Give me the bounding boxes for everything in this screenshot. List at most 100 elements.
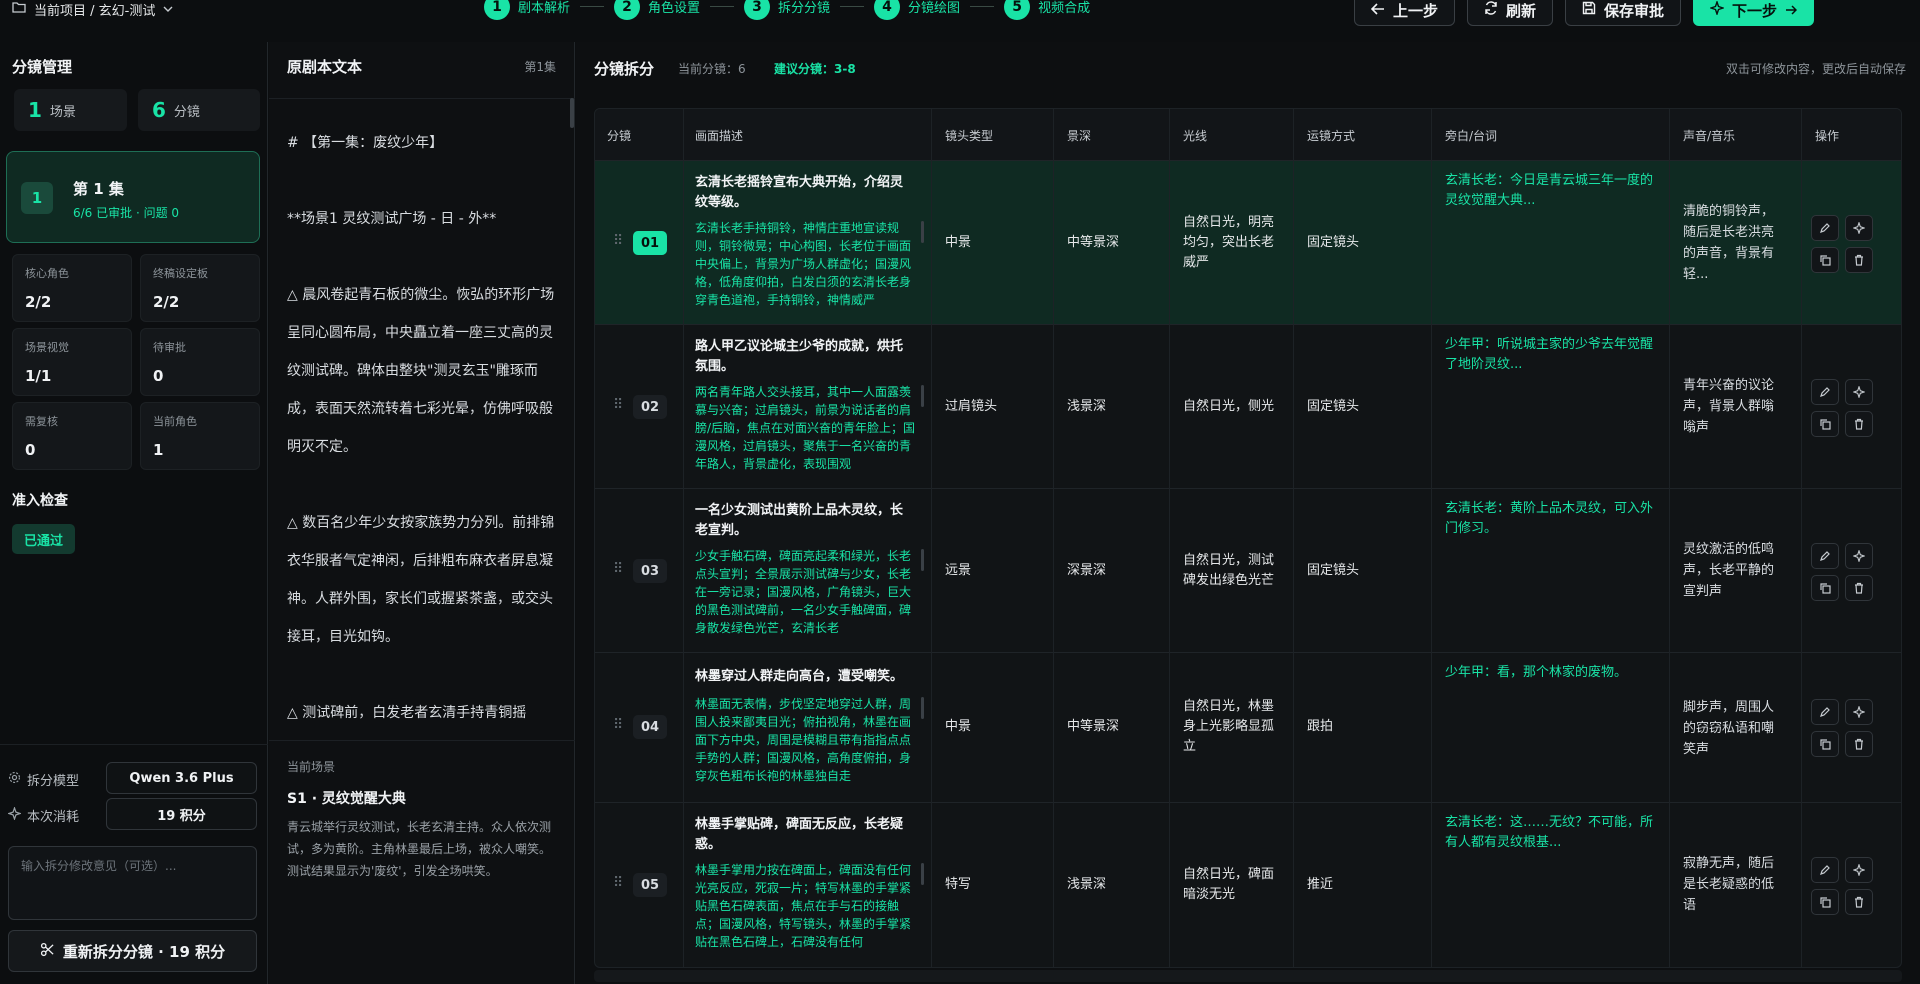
copy-icon[interactable] <box>1811 575 1839 601</box>
sound[interactable]: 脚步声，周围人的窃窃私语和嘲笑声 <box>1683 697 1783 760</box>
dialogue[interactable]: 玄清长老：黄阶上品木灵纹，可入外门修习。 <box>1445 499 1665 539</box>
edit-icon[interactable] <box>1811 215 1839 241</box>
dialogue[interactable]: 玄清长老：今日是青云城三年一度的灵纹觉醒大典... <box>1445 171 1665 211</box>
sound[interactable]: 清脆的铜铃声，随后是长老洪亮的声音，背景有轻... <box>1683 201 1783 285</box>
resplit-button[interactable]: 重新拆分分镜 · 19 积分 <box>8 930 257 972</box>
detail-scrollbar[interactable] <box>921 221 924 243</box>
edit-icon[interactable] <box>1811 699 1839 725</box>
cost-value: 19 积分 <box>106 798 257 830</box>
edit-icon[interactable] <box>1811 857 1839 883</box>
delete-icon[interactable] <box>1845 575 1873 601</box>
lighting[interactable]: 自然日光，明亮均匀，突出长老威严 <box>1183 213 1283 273</box>
ai-regen-icon[interactable] <box>1845 379 1873 405</box>
detail-scrollbar[interactable] <box>921 697 924 719</box>
script-text[interactable]: # 【第一集：废纹少年】 **场景1 灵纹测试广场 - 日 - 外** △ 晨风… <box>287 124 557 734</box>
table-row[interactable]: ⠿ 03 一名少女测试出黄阶上品木灵纹，长老宣判。 少女手触石碑，碑面亮起柔和绿… <box>595 489 1901 653</box>
scissors-icon <box>40 942 55 961</box>
next-button[interactable]: 下一步 <box>1692 0 1814 26</box>
episode-card[interactable]: 1 第 1 集 6/6 已审批 · 问题 0 <box>6 151 260 243</box>
shot-type[interactable]: 远景 <box>945 561 971 581</box>
shot-title[interactable]: 林墨穿过人群走向高台，遭受嘲笑。 <box>695 667 915 687</box>
shot-type[interactable]: 中景 <box>945 233 971 253</box>
depth[interactable]: 浅景深 <box>1067 875 1106 895</box>
copy-icon[interactable] <box>1811 889 1839 915</box>
shot-type[interactable]: 过肩镜头 <box>945 397 997 417</box>
dialogue[interactable]: 少年甲：听说城主家的少爷去年觉醒了地阶灵纹... <box>1445 335 1665 375</box>
ai-regen-icon[interactable] <box>1845 215 1873 241</box>
column-divider <box>1801 109 1802 967</box>
shot-detail[interactable]: 少女手触石碑，碑面亮起柔和绿光，长老点头宣判；全景展示测试碑与少女，长老在一旁记… <box>695 547 919 639</box>
table-row[interactable]: ⠿ 05 林墨手掌贴碑，碑面无反应，长老疑惑。 林墨手掌用力按在碑面上，碑面没有… <box>595 803 1901 967</box>
table-row[interactable]: ⠿ 04 林墨穿过人群走向高台，遭受嘲笑。 林墨面无表情，步伐坚定地穿过人群，周… <box>595 653 1901 803</box>
shot-detail[interactable]: 玄清长老手持铜铃，神情庄重地宣读规则，铜铃微晃；中心构图，长老位于画面中央偏上，… <box>695 219 919 311</box>
lighting[interactable]: 自然日光，侧光 <box>1183 397 1283 417</box>
shot-title[interactable]: 一名少女测试出黄阶上品木灵纹，长老宣判。 <box>695 501 915 541</box>
sparkle-icon <box>1708 0 1726 19</box>
delete-icon[interactable] <box>1845 731 1873 757</box>
split-feedback-input[interactable]: 输入拆分修改意见（可选）... <box>8 846 257 920</box>
delete-icon[interactable] <box>1845 411 1873 437</box>
detail-scrollbar[interactable] <box>921 549 924 571</box>
refresh-button[interactable]: 刷新 <box>1466 0 1553 26</box>
drag-handle-icon[interactable]: ⠿ <box>613 875 623 891</box>
depth[interactable]: 中等景深 <box>1067 717 1119 737</box>
lighting[interactable]: 自然日光，测试碑发出绿色光芒 <box>1183 551 1283 591</box>
detail-scrollbar[interactable] <box>921 863 924 885</box>
drag-handle-icon[interactable]: ⠿ <box>613 561 623 577</box>
detail-scrollbar[interactable] <box>921 385 924 407</box>
project-selector[interactable]: 当前项目 / 玄幻-测试 <box>12 0 173 19</box>
drag-handle-icon[interactable]: ⠿ <box>613 233 623 249</box>
copy-icon[interactable] <box>1811 247 1839 273</box>
drag-handle-icon[interactable]: ⠿ <box>613 397 623 413</box>
depth[interactable]: 深景深 <box>1067 561 1106 581</box>
shot-type[interactable]: 中景 <box>945 717 971 737</box>
edit-icon[interactable] <box>1811 379 1839 405</box>
lighting[interactable]: 自然日光，碑面暗淡无光 <box>1183 865 1283 905</box>
copy-icon[interactable] <box>1811 731 1839 757</box>
depth[interactable]: 中等景深 <box>1067 233 1119 253</box>
edit-icon[interactable] <box>1811 543 1839 569</box>
camera-move[interactable]: 固定镜头 <box>1307 233 1359 253</box>
camera-move[interactable]: 跟拍 <box>1307 717 1333 737</box>
delete-icon[interactable] <box>1845 247 1873 273</box>
delete-icon[interactable] <box>1845 889 1873 915</box>
step-2[interactable]: 2 角色设置 <box>614 0 700 20</box>
table-row[interactable]: ⠿ 02 路人甲乙议论城主少爷的成就，烘托氛围。 两名青年路人交头接耳，其中一人… <box>595 325 1901 489</box>
drag-handle-icon[interactable]: ⠿ <box>613 717 623 733</box>
model-select[interactable]: Qwen 3.6 Plus <box>106 762 257 794</box>
copy-icon[interactable] <box>1811 411 1839 437</box>
sound[interactable]: 灵纹激活的低鸣声，长老平静的宣判声 <box>1683 539 1783 602</box>
dialogue[interactable]: 少年甲：看，那个林家的废物。 <box>1445 663 1665 683</box>
script-scrollbar[interactable] <box>570 98 574 128</box>
prev-button[interactable]: 上一步 <box>1353 0 1455 26</box>
save-approve-button[interactable]: 保存审批 <box>1564 0 1681 26</box>
ai-regen-icon[interactable] <box>1845 857 1873 883</box>
step-4[interactable]: 4 分镜绘图 <box>874 0 960 20</box>
step-1[interactable]: 1 剧本解析 <box>484 0 570 20</box>
dialogue[interactable]: 玄清长老：这……无纹？不可能，所有人都有灵纹根基... <box>1445 813 1665 853</box>
step-3[interactable]: 3 拆分分镜 <box>744 0 830 20</box>
shot-detail[interactable]: 两名青年路人交头接耳，其中一人面露羡慕与兴奋；过肩镜头，前景为说话者的肩膀/后脑… <box>695 383 919 475</box>
shot-title[interactable]: 玄清长老摇铃宣布大典开始，介绍灵纹等级。 <box>695 173 915 213</box>
shot-title[interactable]: 路人甲乙议论城主少爷的成就，烘托氛围。 <box>695 337 915 377</box>
camera-move[interactable]: 固定镜头 <box>1307 561 1359 581</box>
shot-type[interactable]: 特写 <box>945 875 971 895</box>
shot-title[interactable]: 林墨手掌贴碑，碑面无反应，长老疑惑。 <box>695 815 915 855</box>
ai-regen-icon[interactable] <box>1845 699 1873 725</box>
camera-move[interactable]: 固定镜头 <box>1307 397 1359 417</box>
ai-regen-icon[interactable] <box>1845 543 1873 569</box>
step-label: 视频合成 <box>1038 0 1091 16</box>
step-5[interactable]: 5 视频合成 <box>1004 0 1090 20</box>
shot-detail[interactable]: 林墨手掌用力按在碑面上，碑面没有任何光亮反应，死寂一片；特写林墨的手掌紧贴黑色石… <box>695 861 919 953</box>
depth[interactable]: 浅景深 <box>1067 397 1106 417</box>
script-paragraph: # 【第一集：废纹少年】 <box>287 135 444 151</box>
sound[interactable]: 寂静无声，随后是长老疑惑的低语 <box>1683 853 1783 916</box>
shot-detail[interactable]: 林墨面无表情，步伐坚定地穿过人群，周围人投来鄙夷目光；俯拍视角，林墨在画面下方中… <box>695 695 919 787</box>
sound[interactable]: 青年兴奋的议论声，背景人群嗡嗡声 <box>1683 375 1783 438</box>
shot-index: 02 <box>633 395 667 419</box>
camera-move[interactable]: 推近 <box>1307 875 1333 895</box>
folder-icon <box>12 1 26 17</box>
table-row[interactable]: ⠿ 01 玄清长老摇铃宣布大典开始，介绍灵纹等级。 玄清长老手持铜铃，神情庄重地… <box>595 161 1901 325</box>
table-horizontal-scrollbar[interactable] <box>594 970 1902 982</box>
lighting[interactable]: 自然日光，林墨身上光影略显孤立 <box>1183 697 1283 757</box>
